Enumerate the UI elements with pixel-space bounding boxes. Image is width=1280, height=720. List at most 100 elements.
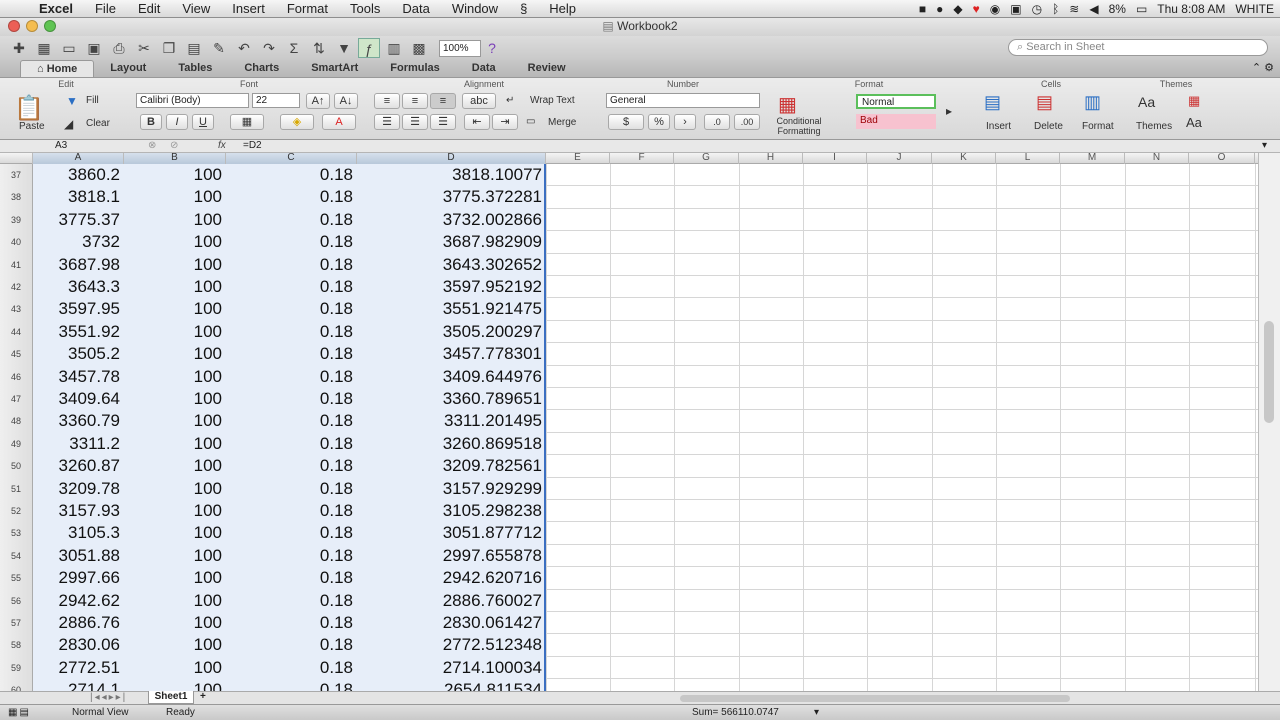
cell-c[interactable]: 0.18: [226, 231, 357, 254]
cell-a[interactable]: 2997.66: [33, 567, 124, 590]
merge-button[interactable]: Merge: [548, 117, 576, 128]
cell-d[interactable]: 3775.372281: [357, 186, 546, 209]
bold-button[interactable]: B: [140, 114, 162, 130]
print-icon[interactable]: ⎙: [108, 38, 130, 58]
paste-icon[interactable]: ▤: [183, 38, 205, 58]
cell-b[interactable]: 100: [124, 567, 226, 590]
row-header[interactable]: 44: [0, 320, 33, 344]
clear-button[interactable]: Clear: [86, 118, 110, 129]
column-header-f[interactable]: F: [610, 153, 674, 164]
tab-tables[interactable]: Tables: [162, 60, 228, 77]
cell-d[interactable]: 3597.952192: [357, 276, 546, 299]
tab-home[interactable]: ⌂ Home: [20, 60, 95, 77]
paste-clipboard-icon[interactable]: 📋: [14, 94, 44, 123]
cell-c[interactable]: 0.18: [226, 477, 357, 500]
cell-c[interactable]: 0.18: [226, 208, 357, 232]
percent-button[interactable]: %: [648, 114, 670, 130]
decrease-indent-icon[interactable]: ⇤: [464, 114, 490, 130]
column-header-m[interactable]: M: [1060, 153, 1125, 164]
save-icon[interactable]: ▣: [83, 38, 105, 58]
column-header-c[interactable]: C: [226, 153, 357, 164]
cell-a[interactable]: 3643.3: [33, 276, 124, 299]
cell-a[interactable]: 2942.62: [33, 589, 124, 612]
row-header[interactable]: 54: [0, 544, 33, 568]
cell-d[interactable]: 2942.620716: [357, 567, 546, 590]
sheet-nav-arrows-icon[interactable]: |◂◂▸▸|: [90, 692, 127, 703]
cut-icon[interactable]: ✂: [133, 38, 155, 58]
borders-icon[interactable]: ▦: [230, 114, 264, 130]
menu-file[interactable]: File: [84, 1, 127, 16]
cell-c[interactable]: 0.18: [226, 432, 357, 456]
cell-a[interactable]: 3311.2: [33, 432, 124, 456]
cell-d[interactable]: 3551.921475: [357, 298, 546, 321]
cell-b[interactable]: 100: [124, 634, 226, 657]
tab-formulas[interactable]: Formulas: [374, 60, 456, 77]
format-painter-icon[interactable]: ✎: [208, 38, 230, 58]
sheet-tab-sheet1[interactable]: Sheet1: [148, 691, 194, 704]
column-header-b[interactable]: B: [124, 153, 226, 164]
column-header-e[interactable]: E: [546, 153, 610, 164]
row-header[interactable]: 60: [0, 679, 33, 691]
comma-icon[interactable]: ›: [674, 114, 696, 130]
gallery-icon[interactable]: ▥: [383, 38, 405, 58]
cell-b[interactable]: 100: [124, 544, 226, 568]
camera-icon[interactable]: ■: [919, 2, 926, 16]
name-box[interactable]: A3: [55, 140, 67, 152]
column-header-i[interactable]: I: [803, 153, 867, 164]
column-header-a[interactable]: A: [33, 153, 124, 164]
theme-fonts-button[interactable]: Aa: [1186, 115, 1202, 130]
user-name[interactable]: WHITE: [1235, 2, 1274, 16]
align-right-icon[interactable]: ☰: [430, 114, 456, 130]
heart-icon[interactable]: ♥: [973, 2, 980, 16]
cell-a[interactable]: 3775.37: [33, 208, 124, 232]
open-icon[interactable]: ▭: [58, 38, 80, 58]
menu-insert[interactable]: Insert: [221, 1, 276, 16]
cell-c[interactable]: 0.18: [226, 388, 357, 411]
fill-button[interactable]: Fill: [86, 95, 99, 106]
tab-layout[interactable]: Layout: [94, 60, 162, 77]
cell-b[interactable]: 100: [124, 343, 226, 366]
cell-c[interactable]: 0.18: [226, 320, 357, 344]
bluetooth-icon[interactable]: ᛒ: [1052, 2, 1059, 16]
cell-a[interactable]: 3818.1: [33, 186, 124, 209]
cell-d[interactable]: 3157.929299: [357, 477, 546, 500]
cell-c[interactable]: 0.18: [226, 544, 357, 568]
cell-c[interactable]: 0.18: [226, 500, 357, 523]
cell-c[interactable]: 0.18: [226, 186, 357, 209]
menu-app[interactable]: Excel: [28, 1, 84, 16]
cell-c[interactable]: 0.18: [226, 164, 357, 187]
cell-a[interactable]: 3597.95: [33, 298, 124, 321]
volume-icon[interactable]: ◀: [1089, 2, 1098, 16]
cell-b[interactable]: 100: [124, 477, 226, 500]
undo-icon[interactable]: ↶: [233, 38, 255, 58]
toolbox-icon[interactable]: ▩: [408, 38, 430, 58]
horizontal-scroll-thumb[interactable]: [680, 695, 1070, 702]
style-normal[interactable]: Normal: [856, 94, 936, 109]
column-header-d[interactable]: D: [357, 153, 546, 164]
row-header[interactable]: 52: [0, 500, 33, 523]
redo-icon[interactable]: ↷: [258, 38, 280, 58]
row-header[interactable]: 57: [0, 612, 33, 635]
formula-builder-icon[interactable]: ƒ: [358, 38, 380, 58]
delete-button[interactable]: Delete: [1034, 121, 1063, 132]
cancel-icon[interactable]: ⊗: [148, 140, 156, 152]
menu-format[interactable]: Format: [276, 1, 339, 16]
search-input[interactable]: ⌕ Search in Sheet: [1008, 39, 1268, 56]
cell-c[interactable]: 0.18: [226, 365, 357, 388]
cell-a[interactable]: 2772.51: [33, 656, 124, 680]
cell-b[interactable]: 100: [124, 522, 226, 545]
cell-a[interactable]: 3732: [33, 231, 124, 254]
row-header[interactable]: 51: [0, 477, 33, 500]
cell-a[interactable]: 3551.92: [33, 320, 124, 344]
battery-percent[interactable]: 8%: [1109, 2, 1126, 16]
row-header[interactable]: 39: [0, 208, 33, 232]
cell-d[interactable]: 3360.789651: [357, 388, 546, 411]
cell-d[interactable]: 2997.655878: [357, 544, 546, 568]
increase-indent-icon[interactable]: ⇥: [492, 114, 518, 130]
underline-button[interactable]: U: [192, 114, 214, 130]
tab-smartart[interactable]: SmartArt: [295, 60, 374, 77]
cell-d[interactable]: 3818.10077: [357, 164, 546, 187]
cell-b[interactable]: 100: [124, 186, 226, 209]
row-header[interactable]: 48: [0, 410, 33, 433]
cell-c[interactable]: 0.18: [226, 679, 357, 691]
